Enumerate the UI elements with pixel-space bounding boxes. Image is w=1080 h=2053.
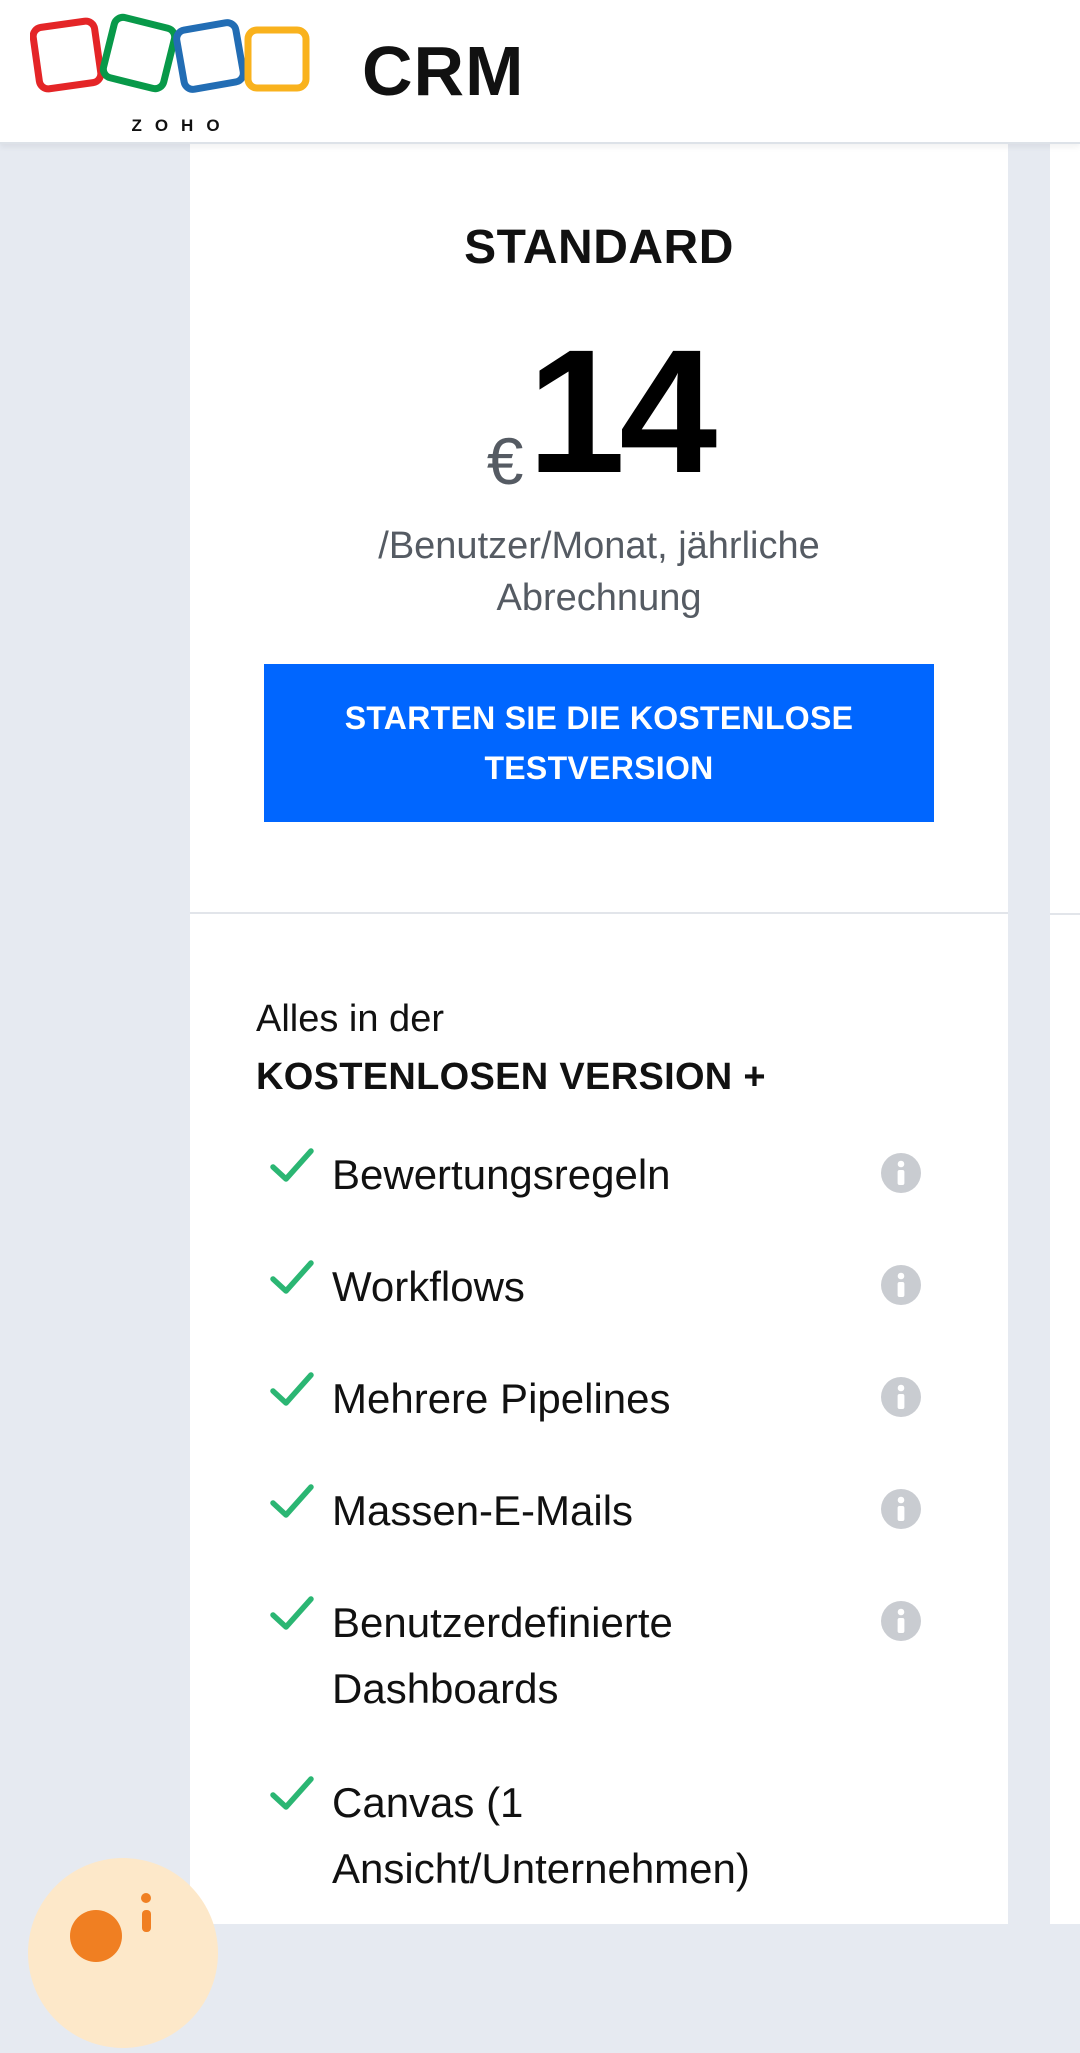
feature-label-line2: Dashboards <box>332 1665 559 1712</box>
includes-intro: Alles in der <box>256 998 444 1040</box>
feature-label: Benutzerdefinierte Dashboards <box>332 1590 852 1722</box>
feature-label: Mehrere Pipelines <box>332 1366 852 1432</box>
feature-label: Canvas (1 Ansicht/Unternehmen) <box>332 1770 892 1902</box>
info-icon[interactable] <box>880 1152 922 1194</box>
check-icon <box>270 1260 314 1294</box>
info-icon[interactable] <box>880 1376 922 1418</box>
feature-label-line1: Mehrere Pipelines <box>332 1375 671 1422</box>
check-icon <box>270 1776 314 1810</box>
check-icon <box>270 1596 314 1630</box>
billing-note-line2: Abrechnung <box>496 577 702 619</box>
info-icon[interactable] <box>880 1488 922 1530</box>
billing-note: /Benutzer/Monat, jährliche Abrechnung <box>190 520 1008 624</box>
cta-label-line2: TESTVERSION <box>484 750 714 786</box>
feature-label-line1: Bewertungsregeln <box>332 1151 671 1198</box>
feature-label-line1: Workflows <box>332 1263 525 1310</box>
zoho-logo[interactable]: ZOHO <box>29 12 340 137</box>
pricing-card-standard: STANDARD €14 /Benutzer/Monat, jährliche … <box>190 144 1008 1924</box>
billing-note-line1: /Benutzer/Monat, jährliche <box>378 525 820 567</box>
feature-label-line1: Massen-E-Mails <box>332 1487 634 1534</box>
info-icon[interactable] <box>880 1264 922 1306</box>
feature-label-line2: Ansicht/Unternehmen) <box>332 1845 750 1892</box>
product-name: CRM <box>362 32 525 110</box>
section-divider <box>190 912 1008 914</box>
chat-widget-icon[interactable] <box>28 1858 218 2048</box>
plan-name: STANDARD <box>464 221 734 274</box>
page-background <box>0 144 190 1924</box>
price-currency: € <box>486 424 524 498</box>
feature-label: Workflows <box>332 1254 852 1320</box>
next-card-divider <box>1050 913 1080 915</box>
check-icon <box>270 1484 314 1518</box>
cta-label-line1: STARTEN SIE DIE KOSTENLOSE <box>344 700 854 736</box>
next-pricing-card-edge <box>1050 144 1080 1924</box>
feature-label: Massen-E-Mails <box>332 1478 852 1544</box>
feature-label-line1: Canvas (1 <box>332 1779 524 1826</box>
zoho-logo-letters: ZOHO <box>131 116 232 135</box>
includes-base-plan: KOSTENLOSEN VERSION + <box>256 1056 766 1098</box>
price-amount: 14 <box>527 314 717 510</box>
site-header: ZOHO CRM <box>0 0 1080 144</box>
feature-label: Bewertungsregeln <box>332 1142 852 1208</box>
plan-price: €14 <box>190 324 1008 500</box>
info-icon[interactable] <box>880 1600 922 1642</box>
check-icon <box>270 1148 314 1182</box>
start-free-trial-button[interactable]: STARTEN SIE DIE KOSTENLOSE TESTVERSION <box>264 664 934 822</box>
check-icon <box>270 1372 314 1406</box>
feature-label-line1: Benutzerdefinierte <box>332 1599 673 1646</box>
